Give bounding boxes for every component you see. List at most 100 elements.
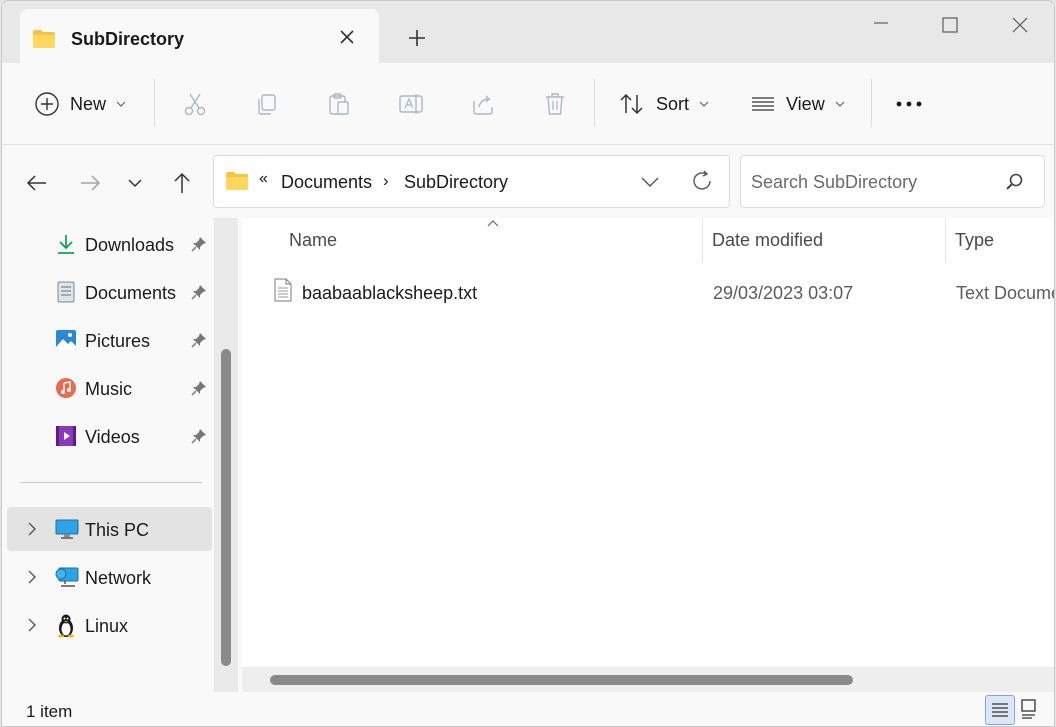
maximize-icon[interactable] <box>936 13 964 41</box>
sidebar-item-label: Videos <box>85 427 140 447</box>
sidebar-item-label: Linux <box>85 616 129 636</box>
horizontal-scrollbar[interactable] <box>242 667 1054 692</box>
more-button[interactable] <box>894 83 924 125</box>
file-row[interactable]: baabaablacksheep.txt 29/03/2023 03:07 Te… <box>242 274 1054 310</box>
text-file-icon <box>274 278 292 307</box>
close-icon[interactable] <box>336 26 358 48</box>
sidebar-item-network[interactable]: Network <box>7 555 212 599</box>
rename-icon <box>399 94 423 114</box>
paste-button[interactable] <box>326 83 352 125</box>
chevron-right-icon[interactable] <box>25 617 39 633</box>
chevron-down-icon <box>699 101 709 107</box>
sort-icon <box>620 93 643 115</box>
sort-button[interactable]: Sort <box>618 83 709 125</box>
up-icon[interactable] <box>167 168 197 198</box>
back-icon[interactable] <box>22 168 52 198</box>
sidebar-item-pictures[interactable]: Pictures <box>7 318 212 362</box>
window-close-icon[interactable] <box>1006 13 1034 41</box>
more-icon <box>896 101 922 107</box>
sidebar-item-music[interactable]: Music <box>7 366 212 410</box>
column-header-date[interactable]: Date modified <box>712 230 823 251</box>
music-icon <box>55 377 77 399</box>
sidebar-item-label: Documents <box>85 283 177 303</box>
address-row: « Documents › SubDirectory <box>2 146 1054 218</box>
search-input[interactable] <box>751 170 991 194</box>
pin-icon[interactable] <box>191 332 207 348</box>
folder-icon <box>32 29 56 54</box>
plus-icon[interactable] <box>404 25 430 51</box>
plus-circle-icon <box>35 92 59 116</box>
chevron-down-icon[interactable] <box>639 171 661 198</box>
column-divider[interactable] <box>702 218 703 262</box>
details-view-icon[interactable] <box>985 695 1015 725</box>
forward-icon[interactable] <box>75 168 105 198</box>
column-header-type[interactable]: Type <box>955 230 994 251</box>
divider <box>594 79 595 127</box>
copy-icon <box>258 94 276 115</box>
breadcrumb-documents[interactable]: Documents <box>281 172 372 193</box>
delete-button[interactable] <box>542 83 568 125</box>
new-button[interactable]: New <box>34 83 126 125</box>
sidebar-item-label: This PC <box>85 520 150 540</box>
pictures-icon <box>55 329 77 351</box>
sidebar-scrollbar-thumb[interactable] <box>221 349 231 666</box>
sidebar-item-label: Pictures <box>85 331 151 351</box>
address-bar[interactable]: « Documents › SubDirectory <box>213 155 730 208</box>
pin-icon[interactable] <box>191 284 207 300</box>
sidebar-divider <box>20 482 202 483</box>
pin-icon[interactable] <box>191 428 207 444</box>
cut-button[interactable] <box>182 83 208 125</box>
refresh-icon[interactable] <box>690 169 714 198</box>
sort-ascending-icon <box>487 220 499 227</box>
sidebar-item-this-pc[interactable]: This PC <box>7 507 212 551</box>
file-list: Name Date modified Type baabaablacksheep… <box>242 218 1054 692</box>
tab-title: SubDirectory <box>71 29 185 49</box>
status-bar: 1 item <box>2 692 1054 726</box>
sidebar-item-label: Network <box>85 568 152 588</box>
sidebar-item-videos[interactable]: Videos <box>7 414 212 458</box>
this-pc-icon <box>55 518 79 540</box>
folder-icon <box>225 171 249 196</box>
title-bar: SubDirectory <box>2 1 1054 63</box>
sidebar-item-downloads[interactable]: Downloads <box>7 222 212 266</box>
share-button[interactable] <box>470 83 496 125</box>
sidebar-item-linux[interactable]: Linux <box>7 603 212 647</box>
chevron-down-icon <box>116 101 126 107</box>
rename-button[interactable] <box>398 83 424 125</box>
file-type: Text Document <box>956 283 1054 303</box>
view-icon <box>752 97 774 111</box>
minimize-icon[interactable] <box>868 13 896 41</box>
cut-icon <box>184 93 206 116</box>
copy-button[interactable] <box>254 83 280 125</box>
horizontal-scrollbar-thumb[interactable] <box>270 675 853 685</box>
file-name[interactable]: baabaablacksheep.txt <box>302 283 477 304</box>
share-icon <box>473 95 493 115</box>
sidebar-item-documents[interactable]: Documents <box>7 270 212 314</box>
paste-icon <box>329 93 349 115</box>
tiles-view-icon[interactable] <box>1016 695 1046 725</box>
file-date: 29/03/2023 03:07 <box>713 283 854 303</box>
column-header-name[interactable]: Name <box>289 230 337 251</box>
pin-icon[interactable] <box>191 380 207 396</box>
command-bar: New Sort View <box>2 63 1054 145</box>
overflow-crumb[interactable]: « <box>259 170 268 188</box>
tab-subdirectory[interactable]: SubDirectory <box>20 9 379 63</box>
pin-icon[interactable] <box>191 236 207 252</box>
documents-icon <box>55 281 77 303</box>
search-box[interactable] <box>740 155 1045 208</box>
view-button[interactable]: View <box>750 83 845 125</box>
column-divider[interactable] <box>945 218 946 262</box>
view-label: View <box>786 93 825 114</box>
recent-locations-icon[interactable] <box>120 168 150 198</box>
breadcrumb-subdirectory[interactable]: SubDirectory <box>404 172 508 193</box>
search-icon[interactable] <box>1004 172 1024 197</box>
chevron-right-icon[interactable] <box>25 521 39 537</box>
file-explorer-window: SubDirectory New Sort View « Documents ›… <box>1 0 1055 727</box>
chevron-right-icon[interactable] <box>25 569 39 585</box>
chevron-down-icon <box>835 101 845 107</box>
delete-icon <box>546 93 564 115</box>
sidebar-item-label: Music <box>85 379 133 399</box>
videos-icon <box>55 425 77 447</box>
breadcrumb-separator: › <box>383 171 389 190</box>
network-icon <box>55 566 79 588</box>
